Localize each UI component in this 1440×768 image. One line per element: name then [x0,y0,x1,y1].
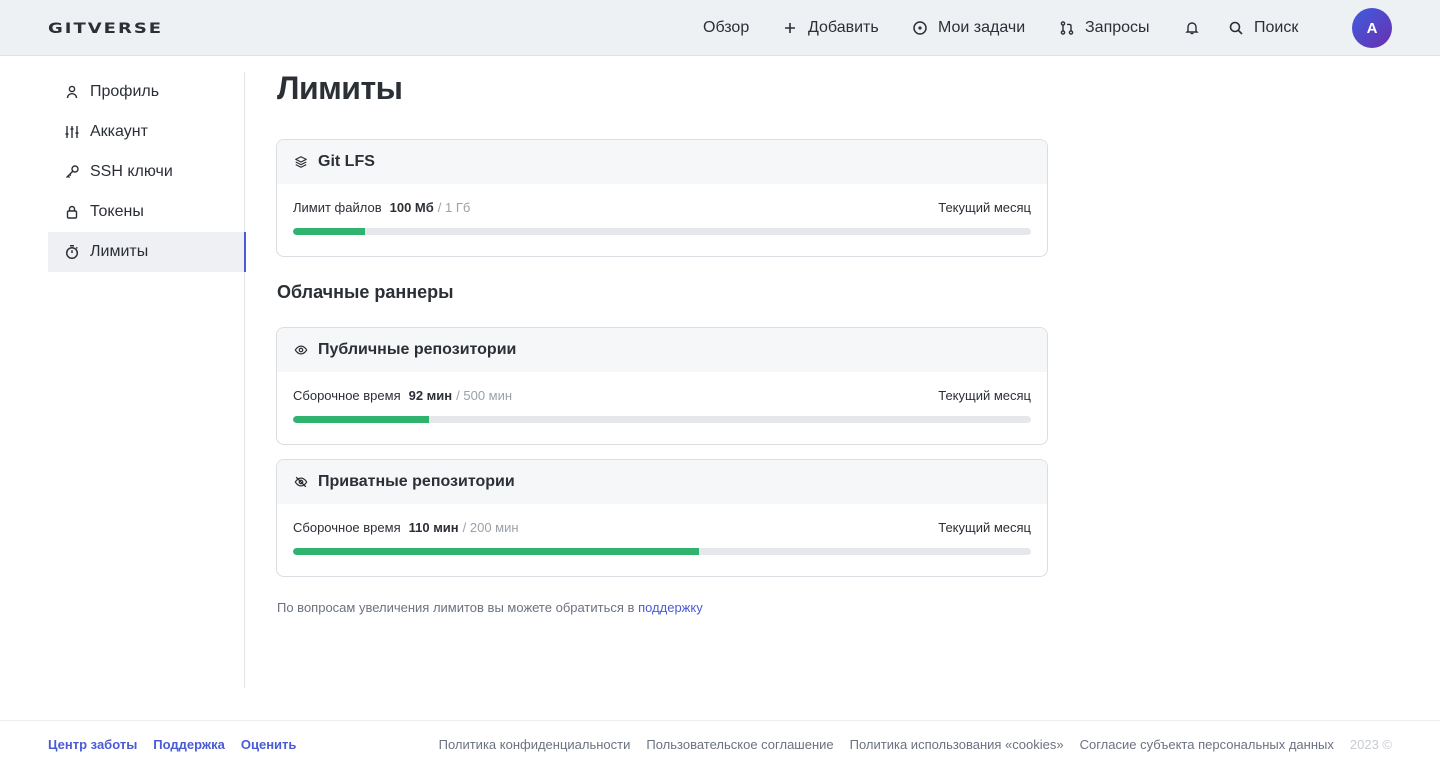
nav-search-label: Поиск [1254,19,1299,36]
card-header: Приватные репозитории [277,460,1047,504]
footer-consent-link[interactable]: Согласие субъекта персональных данных [1080,737,1334,752]
limit-total: / 500 мин [456,388,513,403]
limit-used: 92 мин [408,388,453,403]
page-title: Лимиты [277,70,403,106]
footer-rate-link[interactable]: Оценить [241,737,297,752]
nav-requests-label: Запросы [1085,19,1150,36]
settings-sidebar: Профиль Аккаунт SSH ключи Токены Лимиты [48,72,246,688]
limit-label: Лимит файлов [293,200,382,215]
limit-period: Текущий месяц [938,520,1031,535]
private-repos-card: Приватные репозитории Сборочное время 11… [276,459,1048,577]
sidebar-item-label: Аккаунт [90,123,148,140]
progress-bar [293,548,1031,555]
nav-overview[interactable]: Обзор [703,0,749,56]
avatar[interactable]: A [1352,8,1392,48]
sidebar-item-label: Токены [90,203,144,220]
nav-tasks[interactable]: Мои задачи [912,0,1025,56]
user-icon [66,85,78,99]
section-title-runners: Облачные раннеры [277,282,454,302]
bell-icon [1185,22,1199,35]
gitverse-logo[interactable]: GITVERSE [48,20,163,37]
footer-agreement-link[interactable]: Пользовательское соглашение [646,737,833,752]
public-repos-card: Публичные репозитории Сборочное время 92… [276,327,1048,445]
limit-period: Текущий месяц [938,388,1031,403]
lock-icon [66,205,78,219]
footer: Центр заботы Поддержка Оценить Политика … [0,720,1440,768]
sidebar-item-profile[interactable]: Профиль [48,72,244,112]
nav-tasks-label: Мои задачи [938,19,1026,36]
limit-label: Сборочное время [293,520,401,535]
sidebar-item-tokens[interactable]: Токены [48,192,244,232]
sidebar-item-limits[interactable]: Лимиты [48,232,246,272]
nav-add-label: Добавить [808,19,879,36]
limit-total: / 200 мин [462,520,519,535]
footer-privacy-link[interactable]: Политика конфиденциальности [439,737,631,752]
help-text-body: По вопросам увеличения лимитов вы можете… [277,600,639,615]
card-header: Git LFS [277,140,1047,184]
limit-used: 100 Мб [389,200,434,215]
card-title: Git LFS [318,153,375,170]
notifications-button[interactable] [1184,0,1200,56]
copyright: 2023 © [1349,737,1392,752]
top-header: GITVERSE Обзор Добавить Мои задачи Запро… [0,0,1440,56]
limit-label: Сборочное время [293,388,401,403]
card-title: Приватные репозитории [318,473,515,490]
progress-bar [293,416,1031,423]
limit-total: / 1 Гб [437,200,471,215]
footer-care-center-link[interactable]: Центр заботы [48,737,137,752]
key-icon [66,165,79,179]
sliders-icon [65,126,79,138]
progress-fill [293,416,429,423]
progress-fill [293,228,366,235]
sidebar-item-ssh-keys[interactable]: SSH ключи [48,152,244,192]
nav-add[interactable]: Добавить [782,0,879,56]
eye-icon [294,345,308,355]
sidebar-item-label: SSH ключи [90,163,173,180]
card-title: Публичные репозитории [318,341,517,358]
limit-used: 110 мин [408,520,459,535]
nav-search[interactable]: Поиск [1228,0,1298,56]
progress-fill [293,548,699,555]
card-header: Публичные репозитории [277,328,1047,372]
layers-icon [295,156,307,168]
footer-cookies-link[interactable]: Политика использования «cookies» [850,737,1064,752]
sidebar-item-label: Профиль [90,83,160,100]
help-text: По вопросам увеличения лимитов вы можете… [277,600,703,615]
plus-icon [785,23,795,33]
pull-request-icon [1060,21,1074,35]
sidebar-item-label: Лимиты [90,243,149,260]
eye-off-icon [294,476,308,488]
sidebar-item-account[interactable]: Аккаунт [48,112,244,152]
nav-requests[interactable]: Запросы [1059,0,1150,56]
support-link[interactable]: поддержку [638,600,703,615]
limit-period: Текущий месяц [938,200,1031,215]
git-lfs-card: Git LFS Лимит файлов 100 Мб / 1 Гб Текущ… [276,139,1048,257]
progress-bar [293,228,1031,235]
footer-support-link[interactable]: Поддержка [153,737,225,752]
stopwatch-icon [65,245,79,260]
circle-dot-icon [913,21,927,35]
search-icon [1229,21,1243,35]
nav-overview-label: Обзор [703,19,750,36]
